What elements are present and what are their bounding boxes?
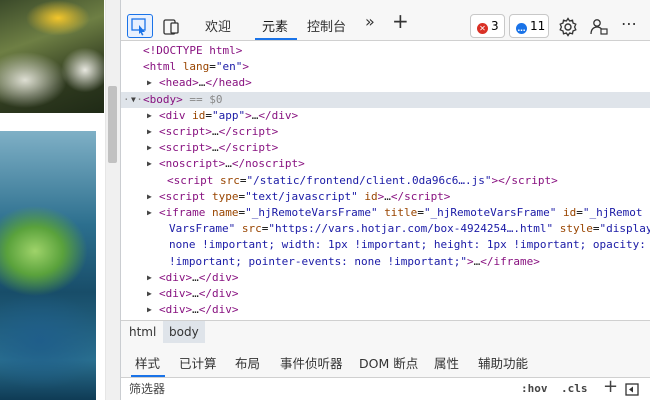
tab-accessibility[interactable]: 辅助功能 — [478, 353, 528, 372]
filter-row: 筛选器 :hov .cls + — [121, 376, 650, 400]
expand-triangle-icon[interactable]: ▶ — [147, 302, 152, 318]
tree-node[interactable]: ▶ <div id="app">…</div> — [121, 108, 650, 124]
device-icon — [163, 19, 179, 35]
elements-tree[interactable]: <!DOCTYPE html> <html lang="en"> ▶ <head>…<… — [121, 40, 650, 320]
expand-triangle-icon[interactable]: ▶ — [147, 270, 152, 286]
devtools-toolbar: 欢迎 元素 控制台 » + ✕ 3 … 11 ⋯ — [121, 0, 650, 41]
messages-count: 11 — [530, 19, 546, 33]
expand-triangle-icon[interactable]: ▶ — [147, 286, 152, 302]
expand-triangle-icon[interactable]: ▶ — [147, 156, 152, 172]
tree-node[interactable]: ▶ <noscript>…</noscript> — [121, 156, 650, 172]
tree-node[interactable]: ▶ <script>…</script> — [121, 124, 650, 140]
expand-triangle-icon[interactable]: ▶ — [147, 108, 152, 124]
tree-node-selected[interactable]: ··· ▼ <body> == $0 — [121, 91, 650, 108]
webpage-viewport — [0, 0, 120, 400]
tab-computed[interactable]: 已计算 — [179, 353, 217, 372]
devtools-panel: 欢迎 元素 控制台 » + ✕ 3 … 11 ⋯ <!DOCTYPE html> <h… — [120, 0, 650, 400]
filter-input[interactable]: 筛选器 — [129, 378, 165, 400]
tree-node[interactable]: ▶ <div>…</div> — [121, 270, 650, 286]
cls-toggle[interactable]: .cls — [561, 378, 588, 400]
page-scrollbar[interactable] — [105, 0, 120, 400]
tab-event-listeners[interactable]: 事件侦听器 — [280, 353, 343, 372]
tab-styles[interactable]: 样式 — [135, 353, 160, 372]
breadcrumb-html[interactable]: html — [123, 321, 162, 343]
tab-properties[interactable]: 属性 — [434, 353, 459, 372]
errors-count: 3 — [491, 19, 499, 33]
toggle-sidebar-icon[interactable] — [625, 383, 639, 396]
error-icon: ✕ — [477, 23, 488, 34]
hov-toggle[interactable]: :hov — [521, 378, 548, 400]
tree-node[interactable]: <html lang="en"> — [121, 59, 650, 75]
tree-node[interactable]: ▶ <script type="text/javascript" id>…</sc… — [121, 189, 650, 205]
tree-node[interactable]: <!DOCTYPE html> — [121, 43, 650, 59]
expand-triangle-icon[interactable]: ▼ — [131, 92, 136, 108]
errors-badge[interactable]: ✕ 3 — [470, 14, 505, 38]
tree-node[interactable]: !important; pointer-events: none !import… — [121, 254, 650, 270]
device-toolbar-button[interactable] — [161, 14, 183, 38]
expand-triangle-icon[interactable]: ▶ — [147, 189, 152, 205]
tree-node[interactable]: ▶ <div>…</div> — [121, 286, 650, 302]
more-tabs-button[interactable]: » — [365, 12, 375, 31]
scrollbar-thumb[interactable] — [108, 86, 117, 163]
tab-welcome[interactable]: 欢迎 — [205, 16, 231, 35]
styles-panel-tabs: 样式 已计算 布局 事件侦听器 DOM 断点 属性 辅助功能 — [121, 343, 650, 378]
tree-node[interactable]: ▶ <script>…</script> — [121, 140, 650, 156]
expand-triangle-icon[interactable]: ▶ — [147, 140, 152, 156]
message-icon: … — [516, 23, 527, 34]
more-options-icon[interactable]: ⋯ — [621, 14, 638, 33]
feedback-icon[interactable] — [589, 17, 609, 37]
tab-dom-breakpoints[interactable]: DOM 断点 — [359, 353, 418, 372]
settings-gear-icon[interactable] — [558, 17, 578, 37]
inspect-element-button[interactable] — [127, 14, 153, 38]
tree-node[interactable]: VarsFrame" src="https://vars.hotjar.com/… — [121, 221, 650, 237]
leaf-water-image — [0, 131, 96, 400]
styles-tab-indicator — [131, 375, 165, 377]
tab-elements[interactable]: 元素 — [262, 16, 288, 35]
breadcrumb-body[interactable]: body — [163, 321, 205, 343]
expand-triangle-icon[interactable]: ▶ — [147, 205, 152, 221]
expand-triangle-icon[interactable]: ▶ — [147, 75, 152, 91]
tree-node[interactable]: ▶ <head>…</head> — [121, 75, 650, 91]
tab-layout[interactable]: 布局 — [235, 353, 260, 372]
tree-node[interactable]: none !important; width: 1px !important; … — [121, 237, 650, 253]
breadcrumb: html body — [121, 320, 650, 344]
flower-image — [0, 0, 104, 113]
messages-badge[interactable]: … 11 — [509, 14, 549, 38]
tree-node[interactable]: ▶ <div>…</div> — [121, 302, 650, 318]
tree-node[interactable]: ▶ <iframe name="_hjRemoteVarsFrame" title… — [121, 205, 650, 221]
tab-console[interactable]: 控制台 — [307, 16, 346, 35]
new-style-rule-button[interactable]: + — [603, 376, 618, 398]
add-tab-button[interactable]: + — [392, 9, 409, 33]
expand-triangle-icon[interactable]: ▶ — [147, 124, 152, 140]
tree-node[interactable]: <script src="/static/frontend/client.0da… — [121, 173, 650, 189]
inspect-icon — [131, 18, 146, 36]
